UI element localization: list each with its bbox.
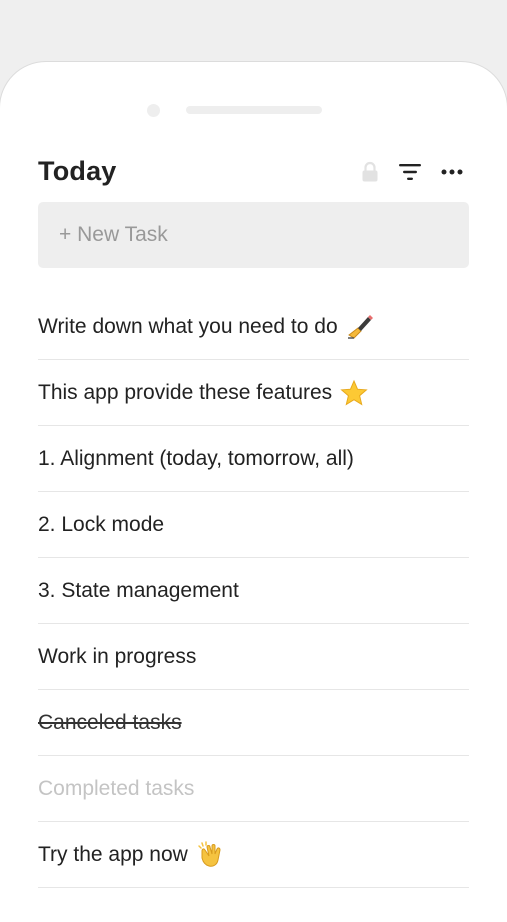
task-text: Write down what you need to do: [38, 314, 338, 338]
task-item[interactable]: Completed tasks: [38, 756, 469, 822]
task-text: Work in progress: [38, 644, 197, 668]
task-list: Write down what you need to do This app …: [38, 294, 469, 888]
task-item[interactable]: Work in progress: [38, 624, 469, 690]
new-task-label: + New Task: [59, 223, 168, 246]
filter-icon[interactable]: [396, 158, 424, 186]
task-item[interactable]: Try the app now: [38, 822, 469, 888]
header: Today: [38, 154, 470, 194]
speaker-bar: [186, 106, 322, 114]
task-text: Completed tasks: [38, 776, 195, 800]
task-item[interactable]: Write down what you need to do: [38, 294, 469, 360]
task-item[interactable]: 1. Alignment (today, tomorrow, all): [38, 426, 469, 492]
task-item[interactable]: Canceled tasks: [38, 690, 469, 756]
task-text: 2. Lock mode: [38, 512, 165, 536]
lock-icon[interactable]: [356, 158, 384, 186]
phone-frame: Today + New Task Write down what you nee…: [0, 62, 507, 922]
more-icon[interactable]: [438, 158, 466, 186]
task-text: 3. State management: [38, 578, 239, 602]
new-task-input[interactable]: + New Task: [38, 202, 469, 268]
task-item[interactable]: 3. State management: [38, 558, 469, 624]
clapping-hands-icon: [196, 840, 224, 869]
task-text: This app provide these features: [38, 380, 333, 404]
task-text: 1. Alignment (today, tomorrow, all): [38, 446, 354, 470]
camera-dot: [147, 104, 160, 117]
page-title: Today: [38, 156, 117, 186]
writing-hand-icon: [346, 313, 374, 341]
task-text: Try the app now: [38, 842, 188, 866]
star-icon: [340, 379, 368, 407]
task-text: Canceled tasks: [38, 710, 182, 734]
task-item[interactable]: This app provide these features: [38, 360, 469, 426]
task-item[interactable]: 2. Lock mode: [38, 492, 469, 558]
